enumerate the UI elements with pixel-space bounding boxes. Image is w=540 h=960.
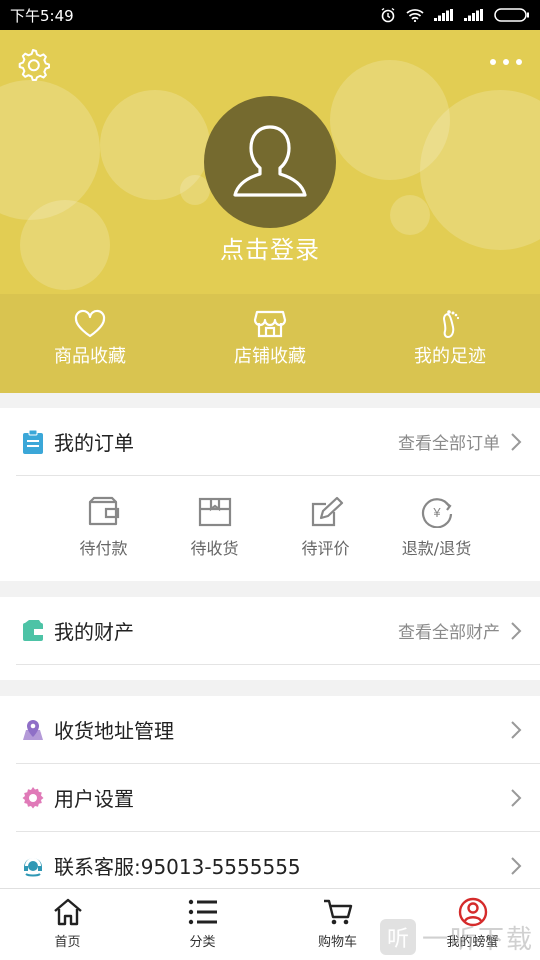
chevron-right-icon	[508, 432, 524, 452]
divider	[16, 664, 540, 665]
package-icon	[198, 497, 231, 527]
tab-home[interactable]: 首页	[0, 889, 135, 960]
pending-delivery-button[interactable]: 待收货	[159, 476, 270, 581]
tab-label: 购物车	[317, 935, 357, 950]
status-bar: 下午5:49	[0, 0, 540, 30]
address-title: 收货地址管理	[54, 719, 174, 743]
bottom-tab-bar: 首页 分类 购物车 我的螃蟹	[0, 888, 540, 960]
wifi-icon	[406, 9, 424, 22]
menu-card: 收货地址管理 用户设置 联系客服:95013-5555555	[0, 696, 540, 888]
store-icon	[253, 310, 287, 338]
status-time: 下午5:49	[10, 6, 74, 25]
settings-row[interactable]: 用户设置	[0, 764, 540, 831]
assets-title: 我的财产	[54, 620, 134, 644]
edit-icon	[311, 496, 343, 527]
status-label: 待付款	[79, 539, 128, 558]
gear-icon	[18, 49, 50, 81]
map-pin-icon	[20, 717, 46, 743]
clipboard-icon	[20, 429, 46, 455]
footprints-link[interactable]: 我的足迹	[360, 294, 540, 393]
customer-service-title: 联系客服:95013-5555555	[54, 855, 301, 879]
tab-category[interactable]: 分类	[135, 889, 270, 960]
tab-label: 首页	[54, 935, 81, 950]
assets-row[interactable]: 我的财产 查看全部财产	[0, 597, 540, 664]
user-circle-icon	[458, 897, 487, 927]
heart-icon	[74, 309, 106, 338]
quick-link-label: 我的足迹	[414, 346, 486, 367]
favorite-stores-link[interactable]: 店铺收藏	[180, 294, 360, 393]
tab-label: 我的螃蟹	[446, 935, 499, 950]
orders-row[interactable]: 我的订单 查看全部订单	[0, 408, 540, 475]
alarm-icon	[381, 7, 395, 23]
orders-card: 我的订单 查看全部订单 待付款 待收货 待评价 ¥ 退款/退货	[0, 408, 540, 581]
status-label: 待收货	[190, 539, 239, 558]
quick-links-bar: 商品收藏 店铺收藏 我的足迹	[0, 294, 540, 393]
settings-gear-icon	[20, 785, 46, 811]
headset-icon	[20, 853, 46, 879]
chevron-right-icon	[508, 621, 524, 641]
signal-icon	[434, 9, 453, 21]
cart-icon	[323, 899, 352, 925]
tab-cart[interactable]: 购物车	[270, 889, 405, 960]
svg-text:¥: ¥	[432, 505, 441, 520]
refund-button[interactable]: ¥ 退款/退货	[381, 476, 492, 581]
pending-review-button[interactable]: 待评价	[270, 476, 381, 581]
chevron-right-icon	[508, 856, 524, 876]
chevron-right-icon	[508, 720, 524, 740]
assets-card: 我的财产 查看全部财产	[0, 597, 540, 680]
more-menu-button[interactable]	[486, 52, 526, 72]
status-label: 待评价	[301, 539, 350, 558]
user-silhouette-icon	[233, 125, 307, 197]
view-all-orders-link[interactable]: 查看全部订单	[398, 429, 500, 454]
signal-icon-2	[464, 9, 483, 21]
refund-icon: ¥	[421, 498, 452, 528]
avatar[interactable]	[204, 96, 336, 228]
list-icon	[188, 899, 217, 925]
wallet-green-icon	[20, 618, 46, 644]
quick-link-label: 店铺收藏	[234, 346, 306, 367]
more-dots-icon	[490, 59, 522, 65]
pending-payment-button[interactable]: 待付款	[48, 476, 159, 581]
address-row[interactable]: 收货地址管理	[0, 696, 540, 763]
status-icons	[380, 7, 530, 23]
status-label: 退款/退货	[401, 539, 472, 558]
orders-title: 我的订单	[54, 431, 134, 455]
battery-icon	[494, 8, 529, 22]
home-icon	[53, 898, 82, 926]
user-settings-title: 用户设置	[54, 787, 134, 811]
wallet-icon	[88, 496, 119, 526]
profile-header: 点击登录 商品收藏 店铺收藏 我的足迹	[0, 30, 540, 393]
footprint-icon	[442, 310, 460, 339]
tab-label: 分类	[189, 935, 216, 950]
order-status-row: 待付款 待收货 待评价 ¥ 退款/退货	[0, 476, 540, 581]
login-button[interactable]: 点击登录	[0, 230, 540, 265]
view-all-assets-link[interactable]: 查看全部财产	[398, 618, 500, 643]
favorite-products-link[interactable]: 商品收藏	[0, 294, 180, 393]
chevron-right-icon	[508, 788, 524, 808]
tab-my-crab[interactable]: 我的螃蟹	[405, 889, 540, 960]
settings-button[interactable]	[13, 44, 53, 84]
header-top: 点击登录	[0, 30, 540, 294]
quick-link-label: 商品收藏	[54, 346, 126, 367]
